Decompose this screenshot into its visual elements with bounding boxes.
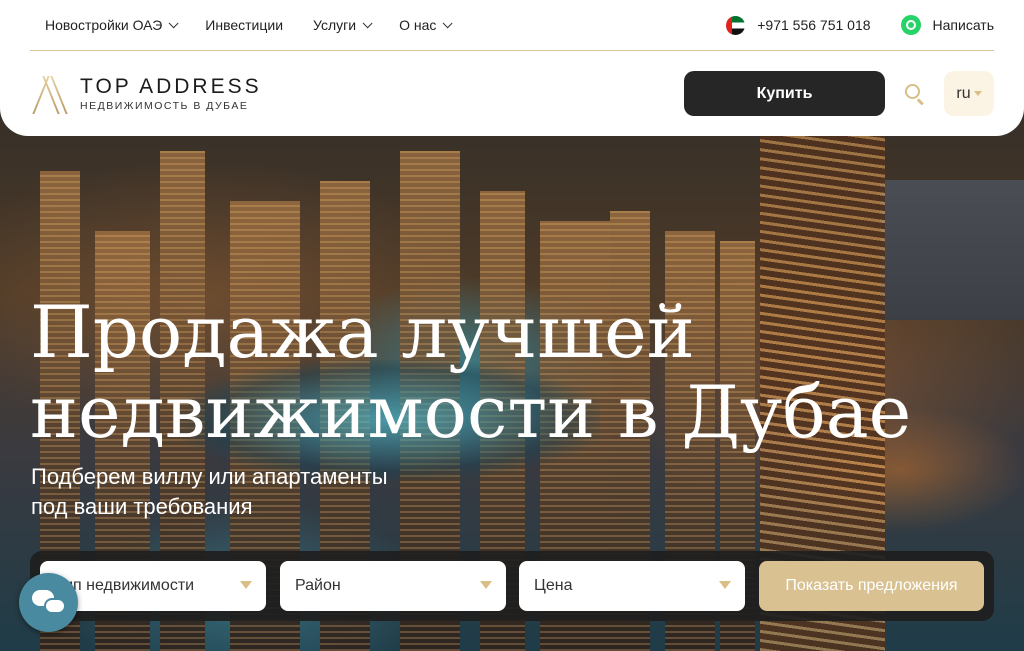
logo-text: TOP ADDRESS НЕДВИЖИМОСТЬ В ДУБАЕ (80, 74, 262, 112)
nav-item-investments[interactable]: Инвестиции (205, 17, 283, 33)
nav-item-label: О нас (399, 17, 437, 33)
header: Новостройки ОАЭ Инвестиции Услуги О нас … (0, 0, 1024, 136)
nav-contacts: +971 556 751 018 Написать (726, 15, 994, 35)
nav-item-about[interactable]: О нас (399, 17, 453, 33)
district-select[interactable]: Район (280, 561, 506, 611)
hero-title-line: Продажа лучшей (30, 290, 695, 374)
whatsapp-icon (900, 15, 921, 35)
logo-sub-text: НЕДВИЖИМОСТЬ В ДУБАЕ (80, 99, 249, 112)
hero-title: Продажа лучшей недвижимости в Дубае (30, 292, 930, 452)
nav-item-label: Новостройки ОАЭ (45, 17, 163, 33)
hero-subtitle-line: под ваши требования (31, 494, 253, 519)
search-filter-bar: Тип недвижимости Район Цена Показать пре… (30, 551, 994, 621)
nav-item-label: Инвестиции (205, 17, 284, 33)
caret-down-icon (719, 581, 731, 589)
chevron-down-icon (168, 17, 179, 28)
nav-item-services[interactable]: Услуги (313, 17, 373, 33)
buy-button[interactable]: Купить (684, 71, 885, 116)
chevron-down-icon (443, 17, 453, 28)
language-label: ru (956, 84, 971, 102)
whatsapp-link[interactable]: Написать (900, 15, 994, 35)
district-value: Район (295, 577, 341, 594)
phone-link[interactable]: +971 556 751 018 (726, 15, 871, 35)
caret-down-icon (973, 91, 982, 96)
chat-icon[interactable] (19, 573, 78, 632)
hero-subtitle-line: Подберем виллу или апартаменты (31, 464, 388, 489)
chevron-down-icon (362, 17, 373, 28)
price-value: Цена (534, 577, 573, 594)
uae-flag-icon (726, 15, 746, 35)
logo[interactable]: TOP ADDRESS НЕДВИЖИМОСТЬ В ДУБАЕ (30, 74, 262, 114)
nav-item-new-buildings[interactable]: Новостройки ОАЭ (45, 17, 179, 33)
write-label: Написать (932, 17, 994, 33)
hero-title-line: недвижимости в Дубае (30, 370, 912, 454)
phone-number: +971 556 751 018 (757, 17, 871, 33)
caret-down-icon (240, 581, 252, 589)
show-offers-button[interactable]: Показать предложения (759, 561, 984, 611)
price-select[interactable]: Цена (519, 561, 745, 611)
nav-item-label: Услуги (313, 17, 357, 33)
language-selector[interactable]: ru (944, 71, 994, 116)
top-navigation: Новостройки ОАЭ Инвестиции Услуги О нас … (30, 0, 994, 51)
logo-main-text: TOP ADDRESS (80, 74, 262, 98)
search-icon[interactable] (903, 82, 927, 106)
logo-mark-icon (30, 74, 74, 114)
hero-subtitle: Подберем виллу или апартаменты под ваши … (31, 462, 451, 522)
caret-down-icon (480, 581, 492, 589)
